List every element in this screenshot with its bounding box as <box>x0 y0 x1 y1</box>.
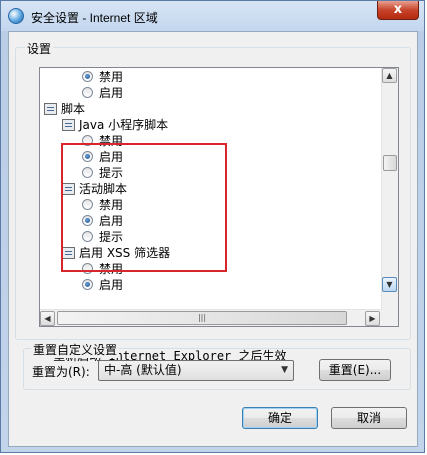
setting-label: 禁用 <box>99 70 124 84</box>
security-settings-dialog: 安全设置 - Internet 区域 x 设置 禁用 启用 脚本 Java 小程序脚本… <box>0 0 425 453</box>
scroll-down-button[interactable]: ▼ <box>382 277 397 292</box>
setting-label: 脚本 <box>61 102 86 116</box>
settings-group-label: 设置 <box>25 40 54 57</box>
highlight-annotation-box <box>61 143 227 272</box>
setting-label: 启用 <box>99 86 124 100</box>
reset-to-label: 重置为(R): <box>32 365 90 379</box>
vertical-scrollbar[interactable]: ▲ ▼ <box>381 68 398 311</box>
ok-button[interactable]: 确定 <box>242 407 318 429</box>
script-settings-icon <box>62 119 75 131</box>
internet-globe-icon <box>8 8 24 24</box>
radio-checked-icon[interactable] <box>82 71 93 82</box>
security-level-dropdown[interactable]: 中-高 (默认值) ▼ <box>98 360 294 381</box>
radio-checked-icon[interactable] <box>82 279 93 290</box>
close-button[interactable]: x <box>377 1 419 20</box>
title-bar[interactable]: 安全设置 - Internet 区域 x <box>1 1 424 31</box>
vertical-scroll-thumb[interactable] <box>383 155 397 171</box>
horizontal-scroll-thumb[interactable]: ||| <box>57 311 347 325</box>
scroll-right-button[interactable]: ▶ <box>365 311 380 326</box>
setting-label: Java 小程序脚本 <box>79 118 169 132</box>
scroll-up-button[interactable]: ▲ <box>382 68 397 83</box>
dialog-body: 设置 禁用 启用 脚本 Java 小程序脚本 禁用 启用 提示 活动脚本 禁用 启用 提示 启用 XS… <box>8 31 418 447</box>
scroll-left-button[interactable]: ◀ <box>40 311 55 326</box>
scrollbar-corner <box>381 309 398 326</box>
radio-unchecked-icon[interactable] <box>82 87 93 98</box>
reset-button[interactable]: 重置(E)... <box>319 359 391 381</box>
window-title: 安全设置 - Internet 区域 <box>31 11 158 25</box>
script-settings-icon <box>44 103 57 115</box>
setting-label: 启用 <box>99 278 124 292</box>
cancel-button[interactable]: 取消 <box>331 407 407 429</box>
reset-group-label: 重置自定义设置 <box>31 341 120 358</box>
security-level-value: 中-高 (默认值) <box>104 363 182 377</box>
chevron-down-icon: ▼ <box>281 365 288 375</box>
horizontal-scrollbar[interactable]: ◀ ||| ▶ <box>40 309 381 326</box>
